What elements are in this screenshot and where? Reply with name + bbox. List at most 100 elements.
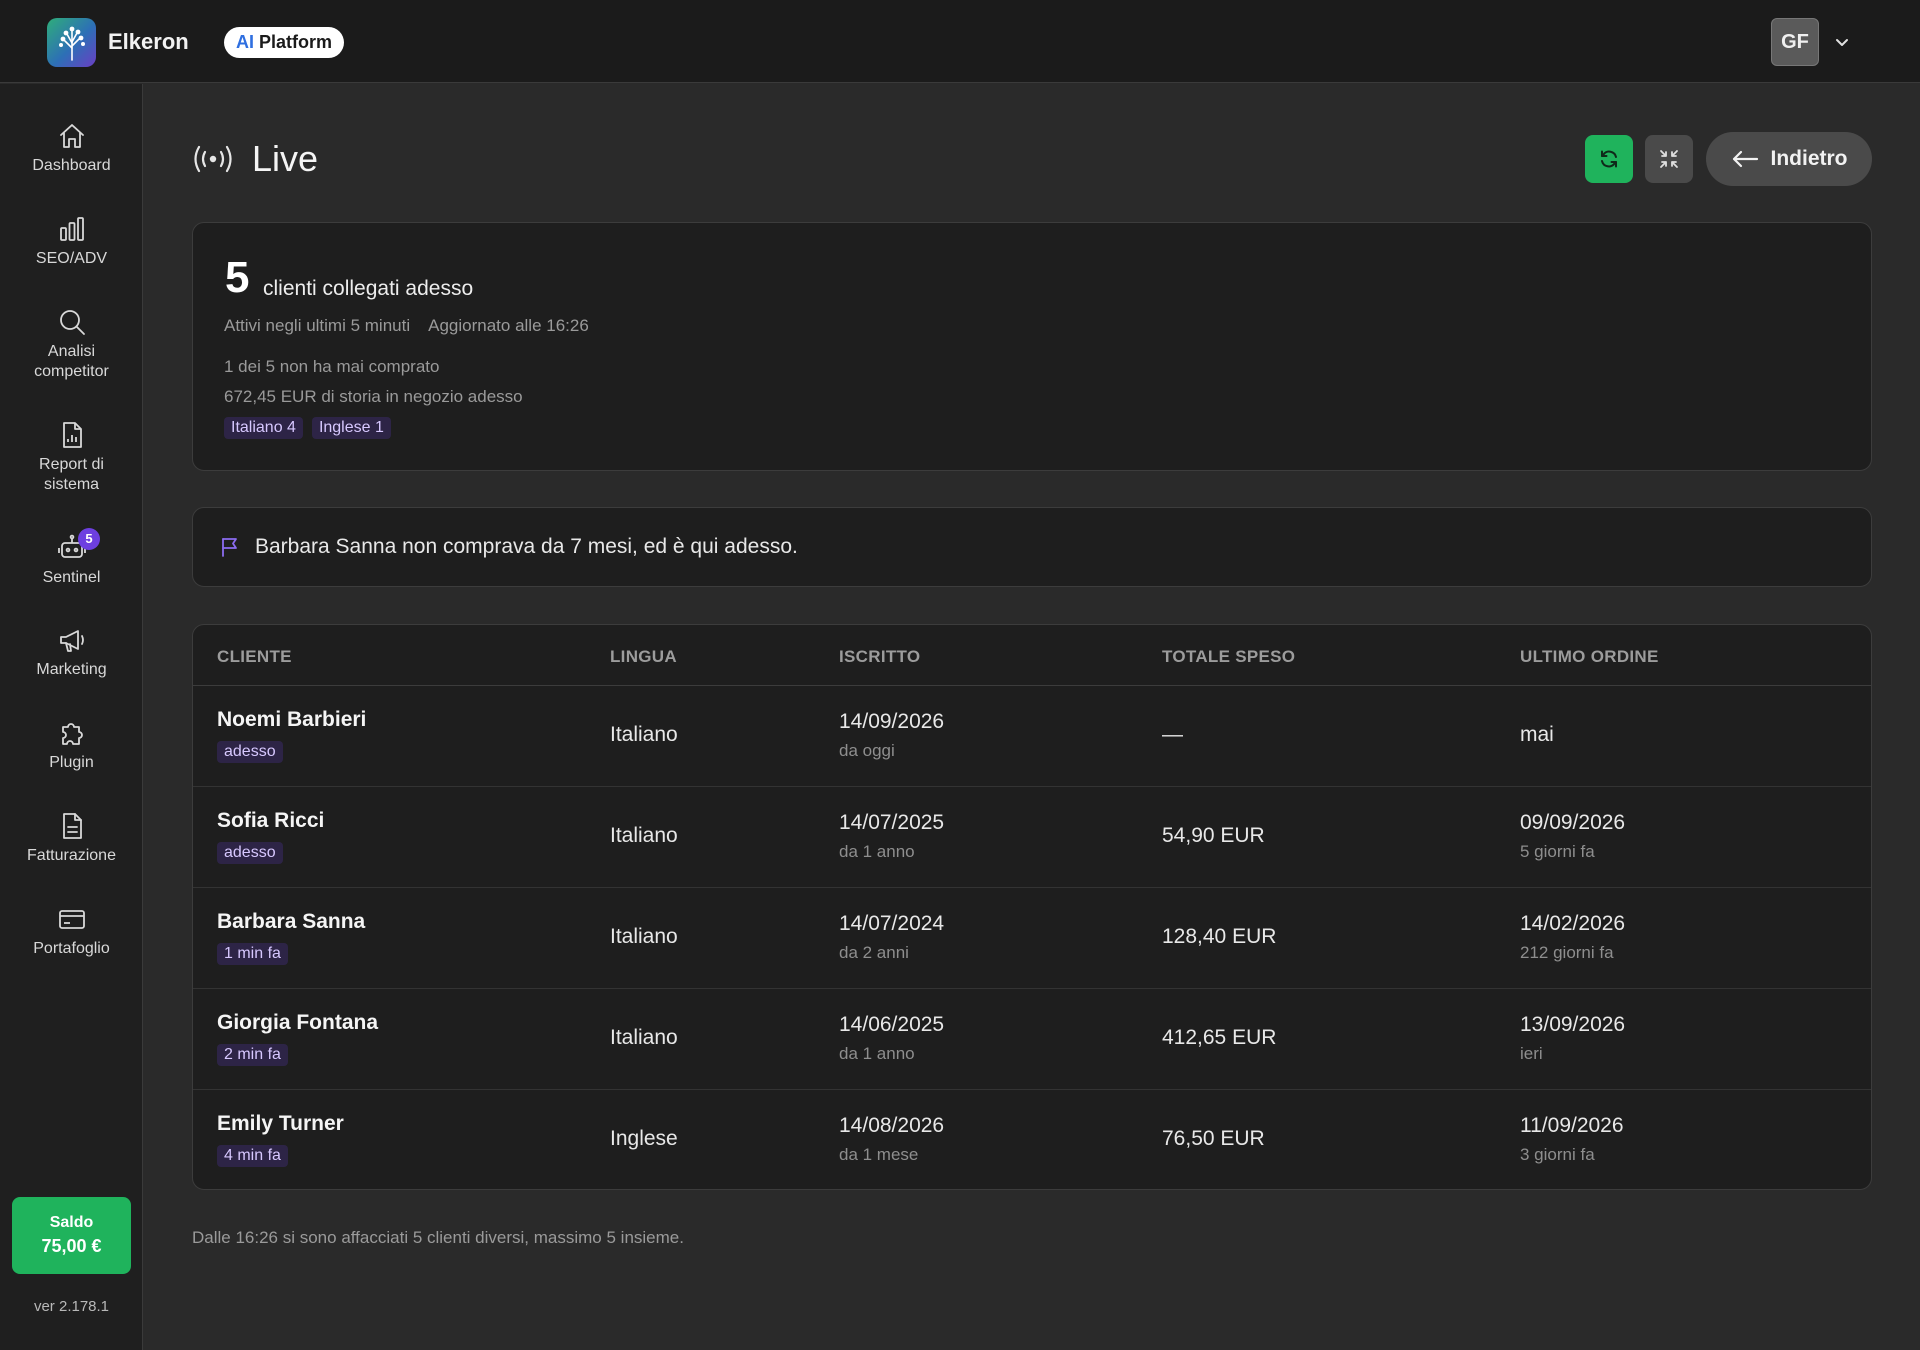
column-header-ultimo-ordine[interactable]: ULTIMO ORDINE xyxy=(1520,647,1659,667)
table-row[interactable]: Noemi Barbieri adesso Italiano 14/09/202… xyxy=(193,686,1871,787)
balance-label: Saldo xyxy=(49,1214,94,1231)
customer-name[interactable]: Emily Turner xyxy=(217,1112,344,1136)
tree-logo-icon xyxy=(58,26,85,61)
back-button-label: Indietro xyxy=(1770,147,1848,170)
back-button[interactable]: Indietro xyxy=(1706,132,1872,186)
refresh-icon xyxy=(1601,150,1617,168)
table-row[interactable]: Barbara Sanna 1 min fa Italiano 14/07/20… xyxy=(193,888,1871,989)
chevron-down-icon[interactable] xyxy=(1832,32,1852,52)
compress-icon xyxy=(1660,150,1678,168)
broadcast-icon xyxy=(194,145,232,173)
refresh-button[interactable] xyxy=(1585,135,1633,183)
balance-button[interactable]: Saldo 75,00 € xyxy=(12,1197,131,1274)
brand-name[interactable]: Elkeron xyxy=(108,29,189,55)
customer-language: Italiano xyxy=(610,723,678,746)
joined-relative: da 1 mese xyxy=(839,1145,919,1164)
table-row[interactable]: Emily Turner 4 min fa Inglese 14/08/2026… xyxy=(193,1090,1871,1189)
sidebar-item-marketing[interactable]: Marketing xyxy=(0,624,143,680)
sidebar-item-report-di-sistema[interactable]: Report di sistema xyxy=(0,419,143,495)
column-header-totale-speso[interactable]: TOTALE SPESO xyxy=(1162,647,1295,667)
last-seen-badge: adesso xyxy=(217,842,283,864)
joined-relative: da 1 anno xyxy=(839,1044,915,1063)
home-icon xyxy=(59,124,84,148)
total-spent: — xyxy=(1162,723,1183,746)
joined-relative: da 2 anni xyxy=(839,943,909,962)
sidebar-item-seo-adv[interactable]: SEO/ADV xyxy=(0,213,143,269)
customer-name[interactable]: Giorgia Fontana xyxy=(217,1011,378,1035)
platform-badge: AI Platform xyxy=(224,27,345,58)
platform-ai-label: AI xyxy=(236,32,254,52)
sidebar-item-sentinel[interactable]: Sentinel 5 xyxy=(0,528,143,588)
customer-language: Italiano xyxy=(610,824,678,847)
total-spent: 412,65 EUR xyxy=(1162,1026,1277,1049)
customer-name[interactable]: Sofia Ricci xyxy=(217,809,324,833)
sidebar-item-label: Marketing xyxy=(36,661,107,678)
last-order: 13/09/2026 xyxy=(1520,1013,1626,1036)
wallet-card-icon xyxy=(58,910,85,929)
language-tag: Inglese 1 xyxy=(311,417,391,439)
user-avatar[interactable]: GF xyxy=(1771,18,1819,66)
joined-date: 14/07/2025 xyxy=(839,811,945,834)
table-header: CLIENTE LINGUA ISCRITTO TOTALE SPESO ULT… xyxy=(193,625,1871,686)
notification-badge: 5 xyxy=(78,528,100,550)
last-seen-badge: adesso xyxy=(217,741,283,763)
total-spent: 54,90 EUR xyxy=(1162,824,1265,847)
column-header-iscritto[interactable]: ISCRITTO xyxy=(839,647,920,667)
balance-value: 75,00 € xyxy=(41,1236,102,1256)
puzzle-icon xyxy=(61,723,83,745)
last-order-relative: 3 giorni fa xyxy=(1520,1145,1595,1164)
live-customers-table: CLIENTE LINGUA ISCRITTO TOTALE SPESO ULT… xyxy=(192,624,1872,1190)
report-icon xyxy=(62,422,82,448)
joined-date: 14/07/2024 xyxy=(839,912,945,935)
last-seen-badge: 1 min fa xyxy=(217,943,288,965)
session-summary-note: Dalle 16:26 si sono affacciati 5 clienti… xyxy=(192,1228,684,1247)
last-order-relative: 5 giorni fa xyxy=(1520,842,1595,861)
alert-text: Barbara Sanna non comprava da 7 mesi, ed… xyxy=(255,535,798,558)
joined-date: 14/06/2025 xyxy=(839,1013,945,1036)
joined-date: 14/09/2026 xyxy=(839,710,945,733)
customer-language: Inglese xyxy=(610,1127,678,1150)
sidebar-item-label: SEO/ADV xyxy=(35,250,108,267)
page-title: Live xyxy=(252,138,319,179)
customer-name[interactable]: Barbara Sanna xyxy=(217,910,365,934)
last-order-relative: 212 giorni fa xyxy=(1520,943,1614,962)
sidebar-item-dashboard[interactable]: Dashboard xyxy=(0,120,143,176)
last-order-relative: ieri xyxy=(1520,1044,1543,1063)
column-header-lingua[interactable]: LINGUA xyxy=(610,647,677,667)
updated-time-text: Aggiornato alle 16:26 xyxy=(428,316,589,335)
bar-chart-icon xyxy=(59,217,84,241)
sidebar-item-label: Report di sistema xyxy=(39,456,104,493)
sidebar-item-fatturazione[interactable]: Fatturazione xyxy=(0,810,143,866)
last-order: 09/09/2026 xyxy=(1520,811,1626,834)
customer-name[interactable]: Noemi Barbieri xyxy=(217,708,366,732)
joined-relative: da oggi xyxy=(839,741,895,760)
sidebar-item-portafoglio[interactable]: Portafoglio xyxy=(0,903,143,959)
never-bought-text: 1 dei 5 non ha mai comprato xyxy=(224,357,440,376)
store-history-text: 672,45 EUR di storia in negozio adesso xyxy=(224,387,523,406)
live-summary-card: 5 clienti collegati adesso Attivi negli … xyxy=(192,222,1872,471)
document-icon xyxy=(62,813,82,839)
last-order: 14/02/2026 xyxy=(1520,912,1626,935)
language-tag: Italiano 4 xyxy=(224,417,303,439)
brand-logo[interactable] xyxy=(47,18,96,67)
sidebar: Dashboard SEO/ADV Analisi competitor Rep… xyxy=(0,84,143,1350)
platform-label: Platform xyxy=(259,32,333,52)
joined-relative: da 1 anno xyxy=(839,842,915,861)
joined-date: 14/08/2026 xyxy=(839,1114,945,1137)
sidebar-item-analisi-competitor[interactable]: Analisi competitor xyxy=(0,306,143,382)
total-spent: 76,50 EUR xyxy=(1162,1127,1265,1150)
table-row[interactable]: Giorgia Fontana 2 min fa Italiano 14/06/… xyxy=(193,989,1871,1090)
app-version: ver 2.178.1 xyxy=(33,1298,110,1315)
last-order: 11/09/2026 xyxy=(1520,1114,1624,1137)
summary-meta: Attivi negli ultimi 5 minuti Aggiornato … xyxy=(224,316,589,336)
sidebar-item-label: Plugin xyxy=(49,754,94,771)
column-header-cliente[interactable]: CLIENTE xyxy=(217,647,292,667)
sidebar-item-plugin[interactable]: Plugin xyxy=(0,717,143,773)
compress-button[interactable] xyxy=(1645,135,1693,183)
sidebar-item-label: Fatturazione xyxy=(27,847,116,864)
language-tags: Italiano 4 Inglese 1 xyxy=(224,417,391,439)
customer-language: Italiano xyxy=(610,925,678,948)
table-row[interactable]: Sofia Ricci adesso Italiano 14/07/2025 d… xyxy=(193,787,1871,888)
connected-label: clienti collegati adesso xyxy=(263,277,474,300)
active-window-text: Attivi negli ultimi 5 minuti xyxy=(224,316,411,335)
